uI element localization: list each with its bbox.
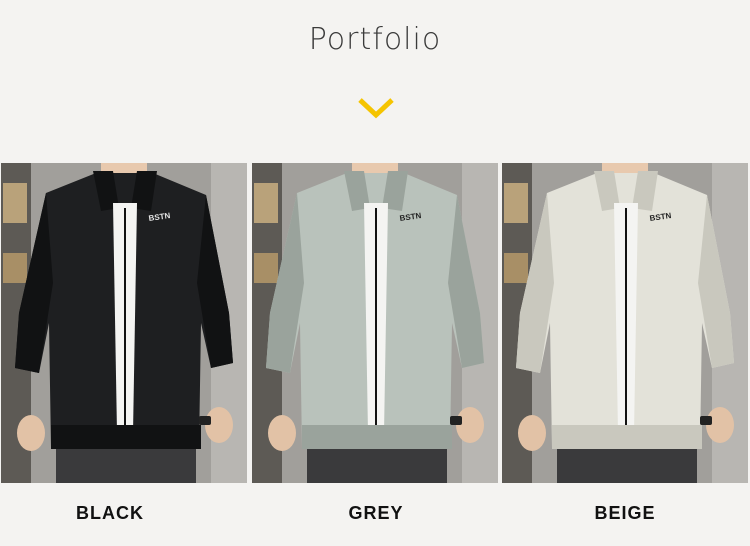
shelf-item	[3, 183, 27, 223]
product-photo-grey[interactable]: BSTN	[252, 163, 498, 483]
hand-right	[456, 407, 484, 443]
hand-right	[706, 407, 734, 443]
shelf-item	[504, 253, 528, 283]
page-title: Portfolio	[308, 22, 442, 57]
hem-band	[302, 425, 452, 449]
color-label-beige: BEIGE	[594, 503, 656, 523]
hand-left	[268, 415, 296, 451]
watch	[199, 416, 211, 425]
product-gallery: BSTN BSTN BSTN	[0, 163, 750, 483]
chevron-down-icon[interactable]	[357, 96, 395, 120]
product-photo-black[interactable]: BSTN	[1, 163, 247, 483]
shelf-item	[504, 183, 528, 223]
shelf-item	[254, 183, 278, 223]
hand-left	[518, 415, 546, 451]
watch	[450, 416, 462, 425]
color-label-grey: GREY	[348, 503, 404, 523]
hem-band	[51, 425, 201, 449]
color-label-black: BLACK	[76, 503, 144, 523]
hem-band	[552, 425, 702, 449]
shelf-item	[254, 253, 278, 283]
shelf-item	[3, 253, 27, 283]
hand-right	[205, 407, 233, 443]
watch	[700, 416, 712, 425]
product-photo-beige[interactable]: BSTN	[502, 163, 748, 483]
hand-left	[17, 415, 45, 451]
